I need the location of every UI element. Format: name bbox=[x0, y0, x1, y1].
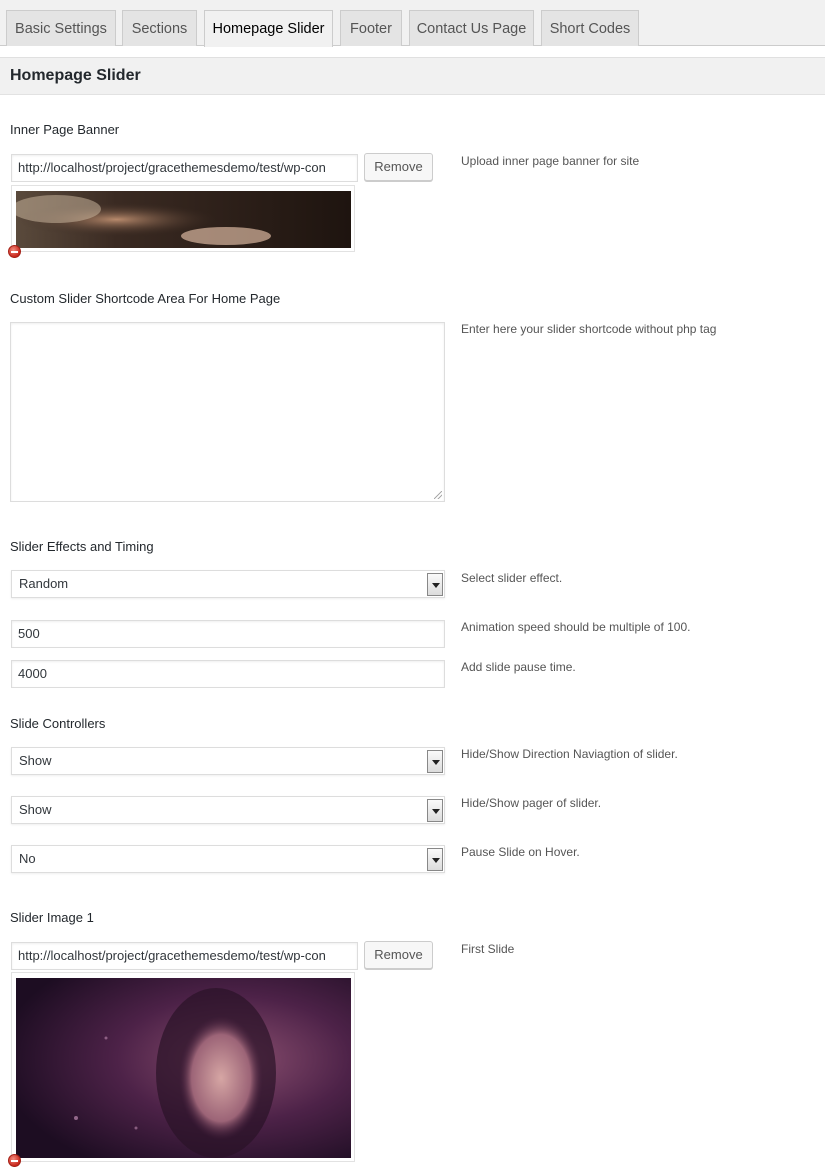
pause-hover-select[interactable]: No bbox=[11, 845, 445, 873]
slider-effect-value: Random bbox=[19, 576, 69, 591]
slider-image-1-description: First Slide bbox=[461, 942, 515, 956]
direction-nav-select[interactable]: Show bbox=[11, 747, 445, 775]
inner-banner-image bbox=[16, 191, 351, 248]
slider-image-1-delete-icon[interactable] bbox=[8, 1154, 21, 1167]
inner-banner-description: Upload inner page banner for site bbox=[461, 154, 640, 168]
resize-grip-icon[interactable] bbox=[434, 491, 442, 499]
direction-nav-value: Show bbox=[19, 753, 52, 768]
inner-banner-url-input[interactable]: http://localhost/project/gracethemesdemo… bbox=[11, 154, 358, 182]
tab-sections[interactable]: Sections bbox=[122, 10, 197, 46]
slider-image-1-url-input[interactable]: http://localhost/project/gracethemesdemo… bbox=[11, 942, 358, 970]
slider-effect-select[interactable]: Random bbox=[11, 570, 445, 598]
speed-description: Animation speed should be multiple of 10… bbox=[461, 620, 691, 634]
slider-image-1-picture bbox=[16, 978, 351, 1158]
inner-banner-remove-button[interactable]: Remove bbox=[364, 153, 433, 181]
pause-time-input[interactable]: 4000 bbox=[11, 660, 445, 688]
shortcode-area-description: Enter here your slider shortcode without… bbox=[461, 322, 717, 336]
pager-select[interactable]: Show bbox=[11, 796, 445, 824]
settings-tabs: Basic Settings Sections Homepage Slider … bbox=[0, 0, 825, 47]
slider-image-1-remove-button[interactable]: Remove bbox=[364, 941, 433, 969]
tab-basic-settings[interactable]: Basic Settings bbox=[6, 10, 116, 46]
chevron-down-icon[interactable] bbox=[427, 573, 443, 596]
tab-footer[interactable]: Footer bbox=[340, 10, 402, 46]
page-title: Homepage Slider bbox=[10, 67, 141, 84]
pause-hover-value: No bbox=[19, 851, 36, 866]
chevron-down-icon[interactable] bbox=[427, 848, 443, 871]
page-header: Homepage Slider bbox=[0, 57, 825, 95]
slider-image-1-preview bbox=[11, 972, 355, 1162]
chevron-down-icon[interactable] bbox=[427, 750, 443, 773]
shortcode-textarea[interactable] bbox=[10, 322, 445, 502]
effect-description: Select slider effect. bbox=[461, 571, 563, 585]
inner-banner-title: Inner Page Banner bbox=[10, 122, 120, 137]
slider-image-1-title: Slider Image 1 bbox=[10, 910, 94, 925]
chevron-down-icon[interactable] bbox=[427, 799, 443, 822]
inner-banner-delete-icon[interactable] bbox=[8, 245, 21, 258]
pause-description: Add slide pause time. bbox=[461, 660, 576, 674]
animation-speed-input[interactable]: 500 bbox=[11, 620, 445, 648]
effects-title: Slider Effects and Timing bbox=[10, 539, 154, 554]
direction-nav-description: Hide/Show Direction Naviagtion of slider… bbox=[461, 747, 678, 761]
pager-description: Hide/Show pager of slider. bbox=[461, 796, 602, 810]
shortcode-area-title: Custom Slider Shortcode Area For Home Pa… bbox=[10, 291, 281, 306]
pause-hover-description: Pause Slide on Hover. bbox=[461, 845, 580, 859]
tab-short-codes[interactable]: Short Codes bbox=[541, 10, 639, 46]
tab-homepage-slider[interactable]: Homepage Slider bbox=[204, 10, 333, 47]
tab-contact-us-page[interactable]: Contact Us Page bbox=[409, 10, 534, 46]
inner-banner-preview bbox=[11, 185, 355, 252]
pager-value: Show bbox=[19, 802, 52, 817]
controllers-title: Slide Controllers bbox=[10, 716, 106, 731]
